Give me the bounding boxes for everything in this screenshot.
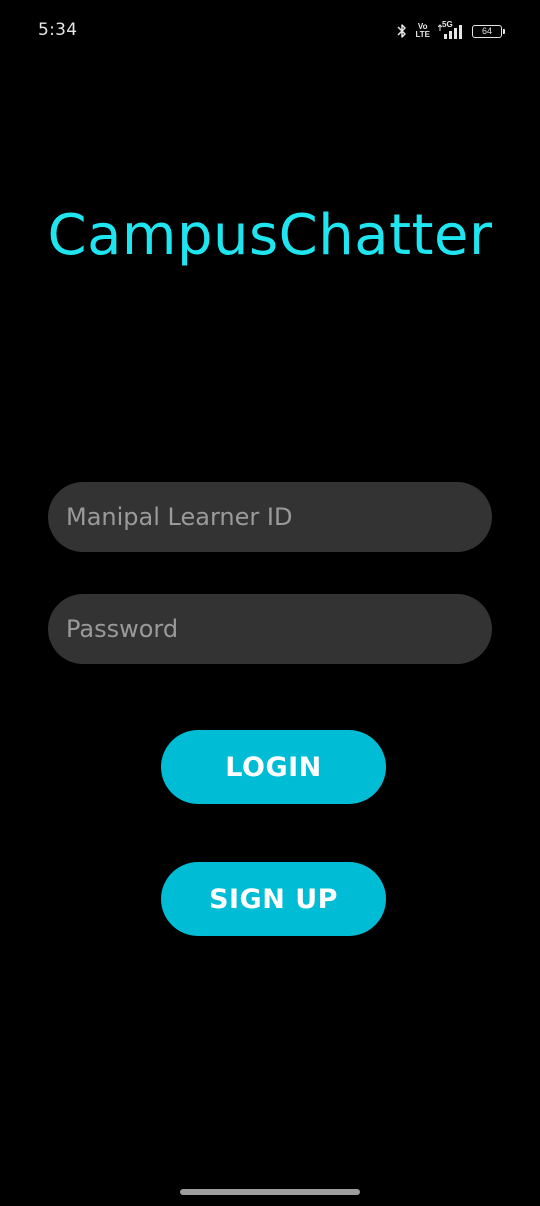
gesture-navigation-bar[interactable] <box>180 1189 360 1195</box>
volte-label-bottom: LTE <box>415 30 430 39</box>
password-input[interactable] <box>66 615 474 643</box>
login-button[interactable]: LOGIN <box>161 730 386 804</box>
signup-button[interactable]: SIGN UP <box>161 862 386 936</box>
learner-id-input[interactable] <box>66 503 474 531</box>
status-icons: Vo LTE 5G 64 <box>397 20 505 42</box>
battery-level: 64 <box>481 25 492 36</box>
bluetooth-icon <box>397 23 407 39</box>
status-bar: 5:34 Vo LTE 5G 64 <box>0 0 540 62</box>
network-type-label: 5G <box>442 20 453 29</box>
volte-icon: Vo LTE <box>415 23 430 39</box>
app-title: CampusChatter <box>47 203 493 268</box>
signal-icon: 5G <box>438 20 464 39</box>
learner-id-field[interactable] <box>48 482 492 552</box>
status-time: 5:34 <box>38 20 78 40</box>
password-field[interactable] <box>48 594 492 664</box>
battery-icon: 64 <box>472 24 505 38</box>
